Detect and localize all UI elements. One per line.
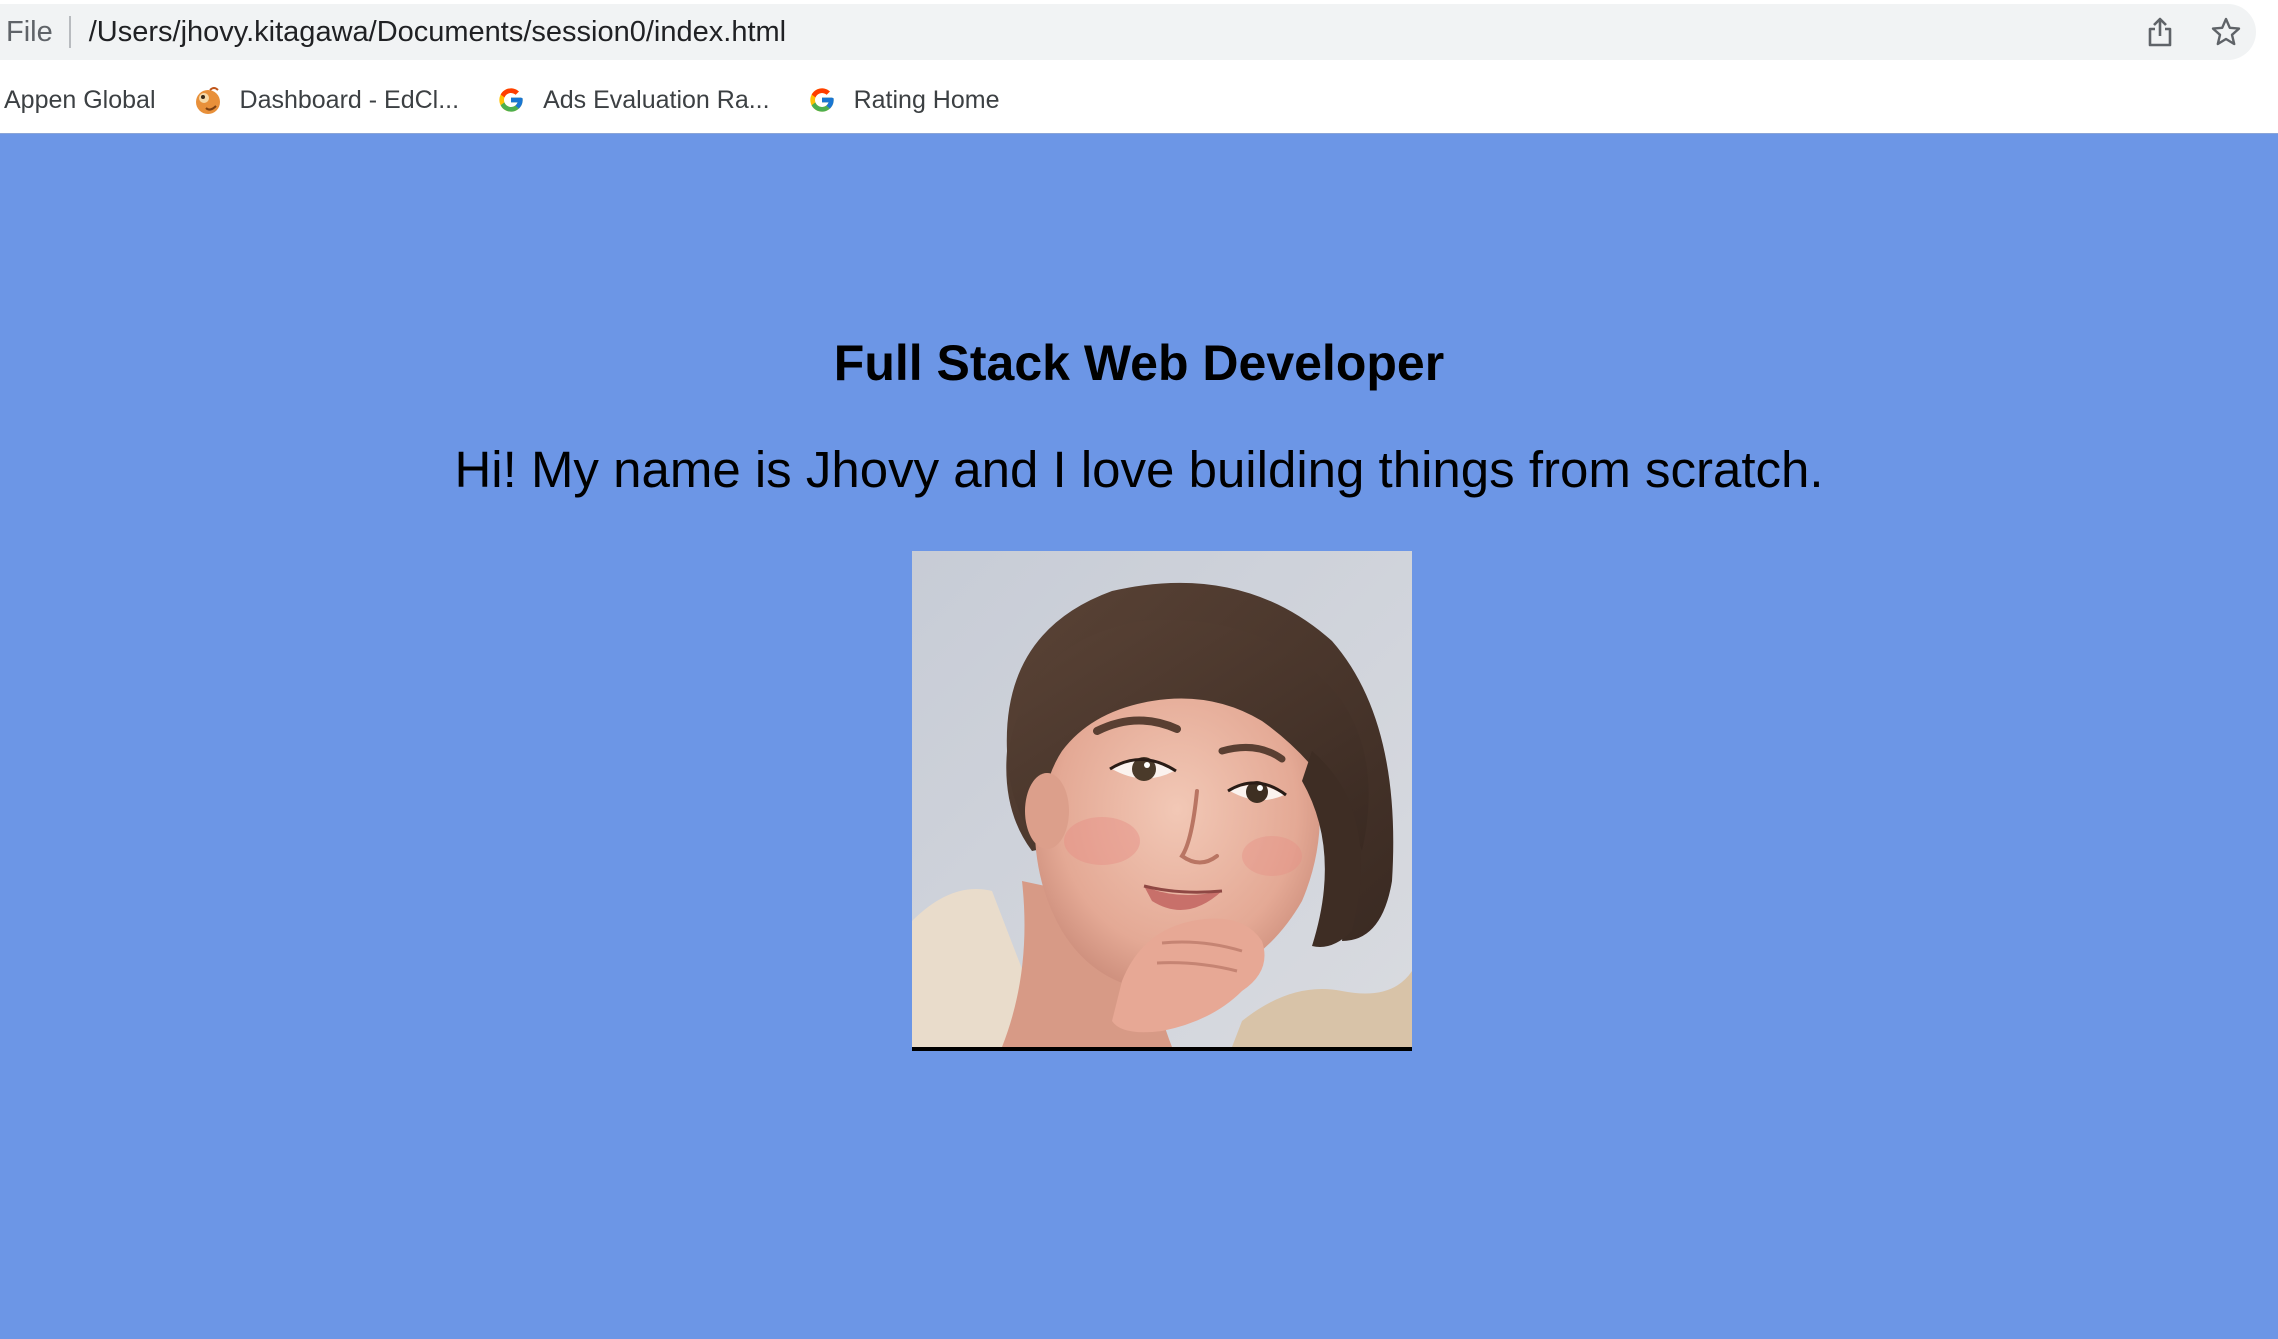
share-icon[interactable] bbox=[2146, 16, 2174, 48]
address-bar[interactable]: File /Users/jhovy.kitagawa/Documents/ses… bbox=[0, 4, 2256, 60]
bookmark-label: Rating Home bbox=[853, 85, 1000, 114]
star-icon[interactable] bbox=[2210, 16, 2242, 48]
bookmark-rating-home[interactable]: Rating Home bbox=[806, 70, 1000, 130]
bookmark-appen-global[interactable]: Appen Global bbox=[0, 70, 156, 130]
bookmark-ads-evaluation[interactable]: Ads Evaluation Ra... bbox=[495, 70, 770, 130]
portrait-illustration bbox=[912, 551, 1412, 1047]
page-headline: Full Stack Web Developer bbox=[833, 335, 1445, 391]
intro-text: Hi! My name is Jhovy and I love building… bbox=[454, 441, 1824, 498]
address-actions bbox=[2146, 4, 2242, 60]
bookmark-label: Appen Global bbox=[4, 85, 156, 114]
dashboard-favicon bbox=[192, 84, 224, 116]
url-text[interactable]: /Users/jhovy.kitagawa/Documents/session0… bbox=[89, 16, 786, 49]
google-g-icon bbox=[495, 84, 527, 116]
bookmark-label: Dashboard - EdCl... bbox=[239, 85, 460, 114]
profile-photo bbox=[912, 551, 1412, 1051]
url-scheme-label[interactable]: File bbox=[0, 16, 53, 49]
bookmark-dashboard-edclub[interactable]: Dashboard - EdCl... bbox=[192, 70, 460, 130]
address-divider bbox=[68, 16, 71, 48]
bookmark-label: Ads Evaluation Ra... bbox=[543, 85, 770, 114]
google-g-icon bbox=[806, 84, 838, 116]
bookmarks-bar: Appen Global Dashboard - EdCl... Ads Eva… bbox=[0, 70, 2278, 130]
page-content: Full Stack Web Developer Hi! My name is … bbox=[0, 133, 2278, 1339]
